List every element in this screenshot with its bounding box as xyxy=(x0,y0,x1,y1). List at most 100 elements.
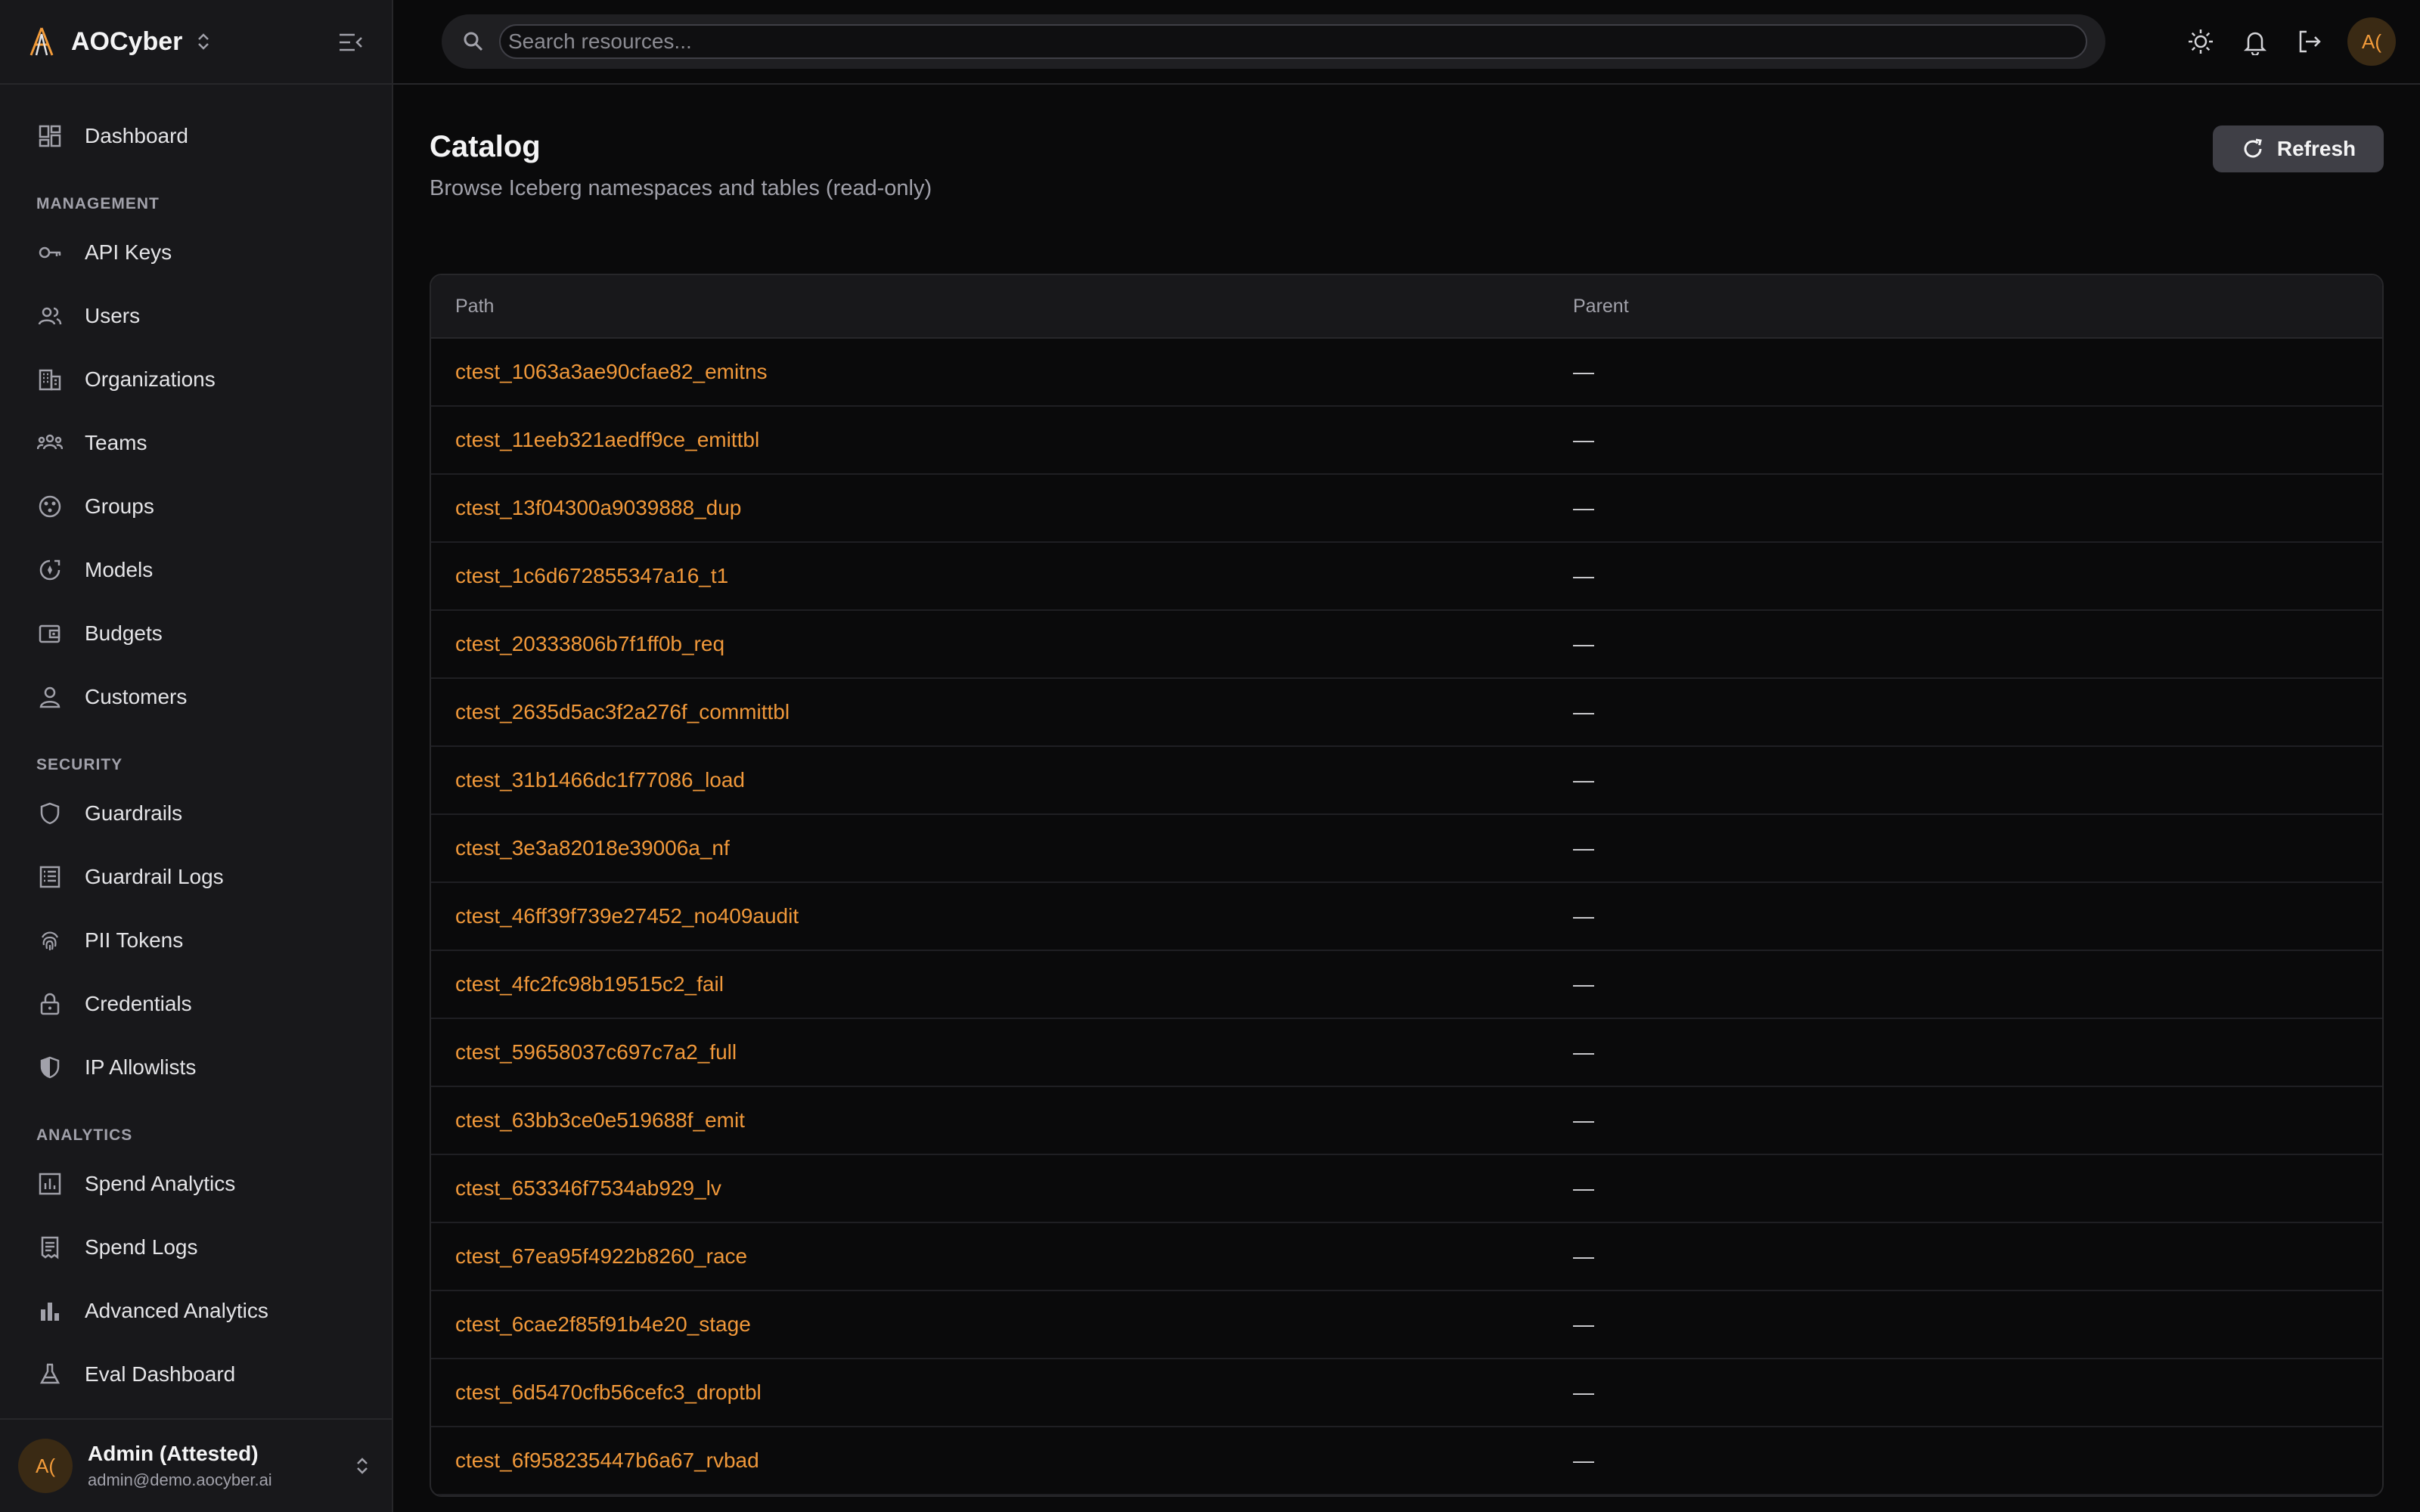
sidebar-item-users[interactable]: Users xyxy=(0,284,392,348)
table-row: ctest_20333806b7f1ff0b_req — xyxy=(431,611,2382,679)
sidebar-item-label: IP Allowlists xyxy=(85,1055,197,1079)
namespace-link[interactable]: ctest_13f04300a9039888_dup xyxy=(431,496,1573,520)
nav-sections: MANAGEMENT API Keys Users Organizations Team… xyxy=(0,168,392,1406)
avatar[interactable]: A( xyxy=(2347,17,2396,66)
namespace-link[interactable]: ctest_6d5470cfb56cefc3_droptbl xyxy=(431,1380,1573,1405)
building-icon xyxy=(36,366,64,393)
shield-icon xyxy=(36,800,64,827)
top-actions: A( xyxy=(2167,17,2396,66)
teams-icon xyxy=(36,429,64,457)
namespace-link[interactable]: ctest_6f958235447b6a67_rvbad xyxy=(431,1448,1573,1473)
sidebar-item-spend-analytics[interactable]: Spend Analytics xyxy=(0,1152,392,1216)
aocyber-logo-icon xyxy=(24,24,59,59)
user-menu[interactable]: A( Admin (Attested) admin@demo.aocyber.a… xyxy=(0,1418,392,1512)
namespace-link[interactable]: ctest_67ea95f4922b8260_race xyxy=(431,1244,1573,1269)
chevron-updown-icon[interactable] xyxy=(351,1451,374,1481)
table-row: ctest_1c6d672855347a16_t1— xyxy=(431,543,2382,611)
sidebar-item-label: Guardrails xyxy=(85,801,183,825)
namespace-link[interactable]: ctest_11eeb321aedff9ce_emittbl xyxy=(431,428,1573,452)
parent-cell: — xyxy=(1573,1108,1594,1132)
refresh-label: Refresh xyxy=(2276,137,2356,160)
parent-cell: — xyxy=(1573,1176,1594,1200)
table-row: ctest_67ea95f4922b8260_race — xyxy=(431,1223,2382,1291)
parent-cell: — xyxy=(1573,700,1594,723)
namespace-link[interactable]: ctest_46ff39f739e27452_no409audit xyxy=(431,904,1573,928)
parent-cell: — xyxy=(1573,836,1594,860)
namespace-link[interactable]: ctest_6cae2f85f91b4e20_stage xyxy=(431,1312,1573,1337)
parent-cell: — xyxy=(1573,1244,1594,1268)
page-title: Catalog xyxy=(430,130,541,163)
sidebar-item-label: Credentials xyxy=(85,992,192,1015)
sidebar-item-ip-allowlists[interactable]: IP Allowlists xyxy=(0,1036,392,1099)
sun-icon[interactable] xyxy=(2180,20,2222,63)
namespace-link[interactable]: ctest_31b1466dc1f77086_load xyxy=(431,768,1573,792)
refresh-button[interactable]: Refresh xyxy=(2213,125,2384,172)
sidebar-item-label: Groups xyxy=(85,494,154,518)
namespace-link[interactable]: ctest_1063a3ae90cfae82_emitns xyxy=(431,360,1573,384)
table-row: ctest_6cae2f85f91b4e20_stage — xyxy=(431,1291,2382,1359)
bar-chart-icon xyxy=(36,1297,64,1325)
namespace-link[interactable]: ctest_4fc2fc98b19515c2_fail xyxy=(431,972,1573,996)
table-row: ctest_63bb3ce0e519688f_emit — xyxy=(431,1087,2382,1155)
namespace-link[interactable]: ctest_59658037c697c7a2_full xyxy=(431,1040,1573,1064)
table-row: ctest_653346f7534ab929_lv — xyxy=(431,1155,2382,1223)
sidebar-item-label: Budgets xyxy=(85,621,163,645)
chevron-updown-icon[interactable] xyxy=(194,29,213,54)
sidebar-item-advanced-analytics[interactable]: Advanced Analytics xyxy=(0,1279,392,1343)
namespace-link[interactable]: ctest_1c6d672855347a16_t1 xyxy=(431,564,1573,588)
users-icon xyxy=(36,302,64,330)
catalog-table: Path Parent ctest_1063a3ae90cfae82_emitn… xyxy=(430,274,2384,1497)
sidebar-nav: Dashboard MANAGEMENT API Keys Users Organiz… xyxy=(0,85,392,1418)
sidebar-item-label: API Keys xyxy=(85,240,172,264)
sidebar-item-dashboard[interactable]: Dashboard xyxy=(0,104,392,168)
logout-icon[interactable] xyxy=(2288,20,2331,63)
sidebar-item-label: Organizations xyxy=(85,367,216,391)
sidebar-item-label: PII Tokens xyxy=(85,928,184,952)
sidebar-item-label: Dashboard xyxy=(85,124,188,147)
search-input[interactable] xyxy=(499,24,2087,59)
parent-cell: — xyxy=(1573,564,1594,587)
parent-cell: — xyxy=(1573,904,1594,928)
table-row: ctest_3e3a82018e39006a_nf — xyxy=(431,815,2382,883)
namespace-link[interactable]: ctest_2635d5ac3f2a276f_committbl xyxy=(431,700,1573,724)
key-icon xyxy=(36,239,64,266)
sidebar-item-credentials[interactable]: Credentials xyxy=(0,972,392,1036)
nav-section-title: SECURITY xyxy=(36,756,123,773)
table-row: ctest_2635d5ac3f2a276f_committbl — xyxy=(431,679,2382,747)
page-heading: Catalog Browse Iceberg namespaces and ta… xyxy=(430,122,932,201)
fingerprint-icon xyxy=(36,927,64,954)
sidebar-item-label: Models xyxy=(85,558,154,581)
sidebar-item-organizations[interactable]: Organizations xyxy=(0,348,392,411)
parent-cell: — xyxy=(1573,1448,1594,1472)
sidebar-item-guardrail-logs[interactable]: Guardrail Logs xyxy=(0,845,392,909)
sidebar-item-teams[interactable]: Teams xyxy=(0,411,392,475)
namespace-link[interactable]: ctest_20333806b7f1ff0b_req xyxy=(431,632,1573,656)
namespace-link[interactable]: ctest_653346f7534ab929_lv xyxy=(431,1176,1573,1201)
sidebar-item-customers[interactable]: Customers xyxy=(0,665,392,729)
dashboard-icon xyxy=(36,122,64,150)
list-icon xyxy=(36,863,64,891)
sidebar-item-budgets[interactable]: Budgets xyxy=(0,602,392,665)
parent-cell: — xyxy=(1573,496,1594,519)
parent-cell: — xyxy=(1573,360,1594,383)
table-row: ctest_11eeb321aedff9ce_emittbl — xyxy=(431,407,2382,475)
brand-name: AOCyber xyxy=(71,26,183,56)
bell-icon[interactable] xyxy=(2234,20,2276,63)
sidebar-item-spend-logs[interactable]: Spend Logs xyxy=(0,1216,392,1279)
sidebar-item-pii-tokens[interactable]: PII Tokens xyxy=(0,909,392,972)
sidebar-item-api-keys[interactable]: API Keys xyxy=(0,221,392,284)
lock-icon xyxy=(36,990,64,1018)
sidebar-item-models[interactable]: Models xyxy=(0,538,392,602)
namespace-link[interactable]: ctest_63bb3ce0e519688f_emit xyxy=(431,1108,1573,1132)
sidebar-item-label: Advanced Analytics xyxy=(85,1299,268,1322)
namespace-link[interactable]: ctest_3e3a82018e39006a_nf xyxy=(431,836,1573,860)
flask-icon xyxy=(36,1361,64,1388)
sidebar-item-guardrails[interactable]: Guardrails xyxy=(0,782,392,845)
collapse-sidebar-icon[interactable] xyxy=(333,27,369,57)
table-row: ctest_31b1466dc1f77086_load — xyxy=(431,747,2382,815)
table-row: ctest_13f04300a9039888_dup — xyxy=(431,475,2382,543)
sidebar-item-groups[interactable]: Groups xyxy=(0,475,392,538)
table-row: ctest_46ff39f739e27452_no409audit — xyxy=(431,883,2382,951)
table-row: ctest_6d5470cfb56cefc3_droptbl — xyxy=(431,1359,2382,1427)
sidebar-item-eval-dashboard[interactable]: Eval Dashboard xyxy=(0,1343,392,1406)
